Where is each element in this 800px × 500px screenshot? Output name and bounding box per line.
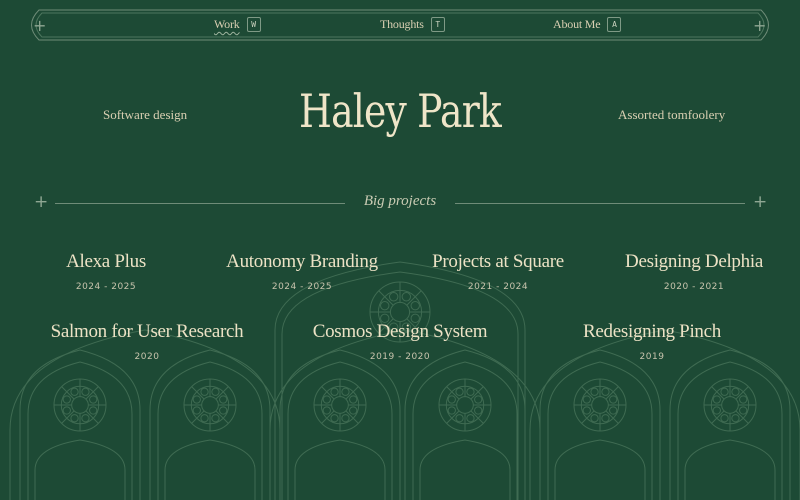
project-card-alexa-plus[interactable]: Alexa Plus 2024 - 2025 [0,251,216,292]
nav-item-label: Work [214,17,240,31]
project-title: Alexa Plus [66,251,146,272]
project-years: 2019 [639,352,665,362]
project-years: 2024 - 2025 [75,282,137,292]
shortcut-key-badge: A [607,17,622,32]
shortcut-key-badge: W [246,17,261,32]
nav-item-work[interactable]: Work W [214,17,261,32]
nav-item-about-me[interactable]: About Me A [553,17,622,32]
project-card-salmon-for-user-research[interactable]: Salmon for User Research 2020 [37,321,257,362]
project-card-cosmos-design-system[interactable]: Cosmos Design System 2019 - 2020 [290,321,510,362]
shortcut-key-badge: T [430,17,445,32]
project-years: 2020 - 2021 [663,282,725,292]
nav-item-label: Thoughts [380,17,424,31]
divider-line [455,203,745,204]
project-years: 2024 - 2025 [271,282,333,292]
project-title: Cosmos Design System [312,321,488,342]
project-title: Autonomy Branding [226,251,378,272]
nav-item-label: About Me [553,17,601,31]
project-title: Designing Delphia [625,251,763,272]
project-card-autonomy-branding[interactable]: Autonomy Branding 2024 - 2025 [192,251,412,292]
section-divider: + Big projects + [0,190,800,216]
project-card-designing-delphia[interactable]: Designing Delphia 2020 - 2021 [584,251,800,292]
project-title: Projects at Square [432,251,564,272]
project-title: Salmon for User Research [50,321,244,342]
project-title: Redesigning Pinch [583,321,721,342]
top-nav: + + Work W Thoughts T About Me A [23,9,777,41]
project-years: 2020 [134,352,160,362]
project-card-projects-at-square[interactable]: Projects at Square 2021 - 2024 [388,251,608,292]
plus-icon: + [753,16,767,35]
stained-glass-background [9,261,800,500]
project-card-redesigning-pinch[interactable]: Redesigning Pinch 2019 [542,321,762,362]
plus-icon: + [33,16,47,35]
nav-item-thoughts[interactable]: Thoughts T [380,17,445,32]
project-years: 2019 - 2020 [369,352,431,362]
project-years: 2021 - 2024 [467,282,529,292]
section-title: Big projects [363,193,437,209]
plus-icon: + [753,192,768,212]
right-tagline: Assorted tomfoolery [618,107,726,122]
